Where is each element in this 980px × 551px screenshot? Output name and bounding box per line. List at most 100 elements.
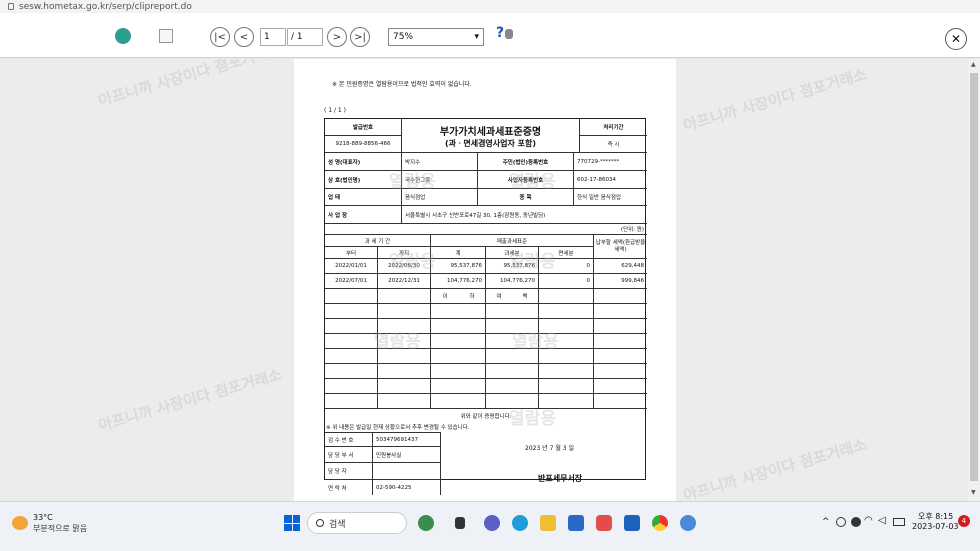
empty-cell [539, 304, 594, 319]
tray-chevron-icon[interactable]: ^ [822, 517, 830, 527]
scroll-thumb[interactable] [970, 73, 978, 481]
table-row-2-paid: 999,846 [594, 274, 647, 289]
empty-cell [539, 364, 594, 379]
search-label: 검색 [329, 519, 346, 530]
bizno-value: 602-17-86034 [574, 171, 647, 189]
processing-label: 처리기간 [580, 119, 647, 136]
page-number-input[interactable]: 1 [260, 28, 286, 46]
table-row-1-exempt: 0 [539, 259, 594, 274]
empty-cell [539, 334, 594, 349]
paid-tax-header: 납부할 세액(환급받을 세액) [594, 235, 647, 259]
mail-icon[interactable] [624, 515, 640, 531]
table-row-2-start: 2022/07/01 [325, 274, 378, 289]
empty-cell [431, 319, 486, 334]
zoom-value: 75% [393, 32, 414, 42]
report-page: ※ 본 민원증명은 열람용이므로 법적인 효력이 없습니다. ( 1 / 1 )… [294, 59, 676, 501]
close-button[interactable]: ✕ [945, 28, 967, 50]
empty-cell [486, 394, 539, 409]
watermark-banner: 아프니까 사장이다 점포거래소 [96, 365, 284, 435]
empty-cell [325, 379, 378, 394]
prev-page-button[interactable]: < [234, 27, 254, 47]
empty-cell [325, 319, 378, 334]
legal-notice: ※ 본 민원증명은 열람용이므로 법적인 효력이 없습니다. [332, 81, 472, 88]
business-name-value: 국수한그릇 [402, 171, 478, 189]
clock-time[interactable]: 오후 8:15 [918, 511, 953, 522]
lock-icon [8, 3, 14, 10]
store-icon[interactable] [568, 515, 584, 531]
tray-app-icon[interactable] [836, 517, 846, 527]
empty-cell [378, 379, 431, 394]
weather-desc[interactable]: 부분적으로 맑음 [33, 523, 87, 534]
empty-cell [539, 319, 594, 334]
weather-icon[interactable] [12, 516, 28, 530]
tel-label: 연 락 처 [325, 480, 373, 495]
empty-cell [539, 349, 594, 364]
address-bar[interactable]: sesw.hometax.go.kr/serp/clipreport.do [0, 0, 980, 13]
table-row-1-paid: 629,448 [594, 259, 647, 274]
task-view-icon[interactable] [455, 517, 465, 529]
empty-cell [539, 394, 594, 409]
zoom-select[interactable]: 75% ▾ [388, 28, 484, 46]
issue-date: 2023 년 7 월 3 일 [525, 445, 575, 452]
blank-marker: 백 [512, 289, 539, 304]
app-icon-red[interactable] [596, 515, 612, 531]
certificate-form: 발급번호 9218-889-8856-466 부가가치세과세표준증명 (과ㆍ면세… [324, 118, 647, 495]
help-icon[interactable]: ? [496, 25, 514, 41]
table-row-1-end: 2022/06/30 [378, 259, 431, 274]
empty-cell [325, 364, 378, 379]
start-button[interactable] [284, 515, 300, 531]
inspect-no: 503479691437 [373, 432, 441, 447]
taskbar-search[interactable]: 검색 [307, 512, 407, 534]
app-icon-blue[interactable] [680, 515, 696, 531]
blank-cell [378, 289, 431, 304]
empty-cell [378, 334, 431, 349]
empty-cell [431, 334, 486, 349]
scroll-up-icon[interactable]: ▲ [971, 61, 976, 68]
page-count: ( 1 / 1 ) [324, 107, 346, 114]
notification-badge[interactable]: 4 [958, 515, 970, 527]
unit-label: (단위: 원) [325, 224, 647, 235]
volume-icon[interactable]: ◁ [878, 515, 886, 526]
table-row-2-exempt: 0 [539, 274, 594, 289]
widgets-icon[interactable] [418, 515, 434, 531]
inspect-no-label: 검 수 번 호 [325, 432, 373, 447]
save-disk-icon[interactable] [115, 28, 131, 44]
table-row-2-end: 2022/12/31 [378, 274, 431, 289]
start-header: 부터 [325, 247, 378, 259]
battery-icon[interactable] [893, 518, 905, 526]
bizno-label: 사업자등록번호 [478, 171, 574, 189]
print-icon[interactable] [159, 29, 173, 43]
file-explorer-icon[interactable] [540, 515, 556, 531]
scroll-down-icon[interactable]: ▼ [971, 489, 976, 496]
blank-cell [539, 289, 594, 304]
issue-no-label: 발급번호 [325, 119, 402, 136]
page-total: / 1 [287, 28, 323, 46]
table-row-2-total: 104,776,270 [431, 274, 486, 289]
chat-icon[interactable] [484, 515, 500, 531]
empty-cell [539, 379, 594, 394]
taskbar: 33°C 부분적으로 맑음 검색 ^ ◠ ◁ 오후 8:15 2023-07-0… [0, 501, 980, 551]
edge-icon[interactable] [512, 515, 528, 531]
weather-temp[interactable]: 33°C [33, 513, 53, 522]
table-row-1-taxable: 95,537,876 [486, 259, 539, 274]
empty-cell [594, 319, 647, 334]
chrome-icon[interactable] [652, 515, 668, 531]
empty-cell [594, 364, 647, 379]
tel-value: 02-590-4225 [373, 480, 441, 495]
empty-cell [325, 394, 378, 409]
name-value: 박지수 [402, 153, 478, 171]
url-text: sesw.hometax.go.kr/serp/clipreport.do [19, 1, 192, 12]
empty-cell [378, 349, 431, 364]
report-viewer: 아프니까 사장이다 점포거래소 아프니까 사장이다 점포거래소 아프니까 사장이… [0, 59, 968, 501]
last-page-button[interactable]: >| [350, 27, 370, 47]
clock-date[interactable]: 2023-07-03 [912, 522, 959, 531]
tray-app-icon[interactable] [851, 517, 861, 527]
next-page-button[interactable]: > [327, 27, 347, 47]
table-row-1-start: 2022/01/01 [325, 259, 378, 274]
address-label: 사 업 장 [325, 206, 402, 224]
vertical-scrollbar[interactable]: ▲ ▼ [968, 59, 980, 501]
period-header: 과 세 기 간 [325, 235, 431, 247]
blank-marker: 여 [486, 289, 512, 304]
wifi-icon[interactable]: ◠ [864, 515, 873, 526]
first-page-button[interactable]: |< [210, 27, 230, 47]
